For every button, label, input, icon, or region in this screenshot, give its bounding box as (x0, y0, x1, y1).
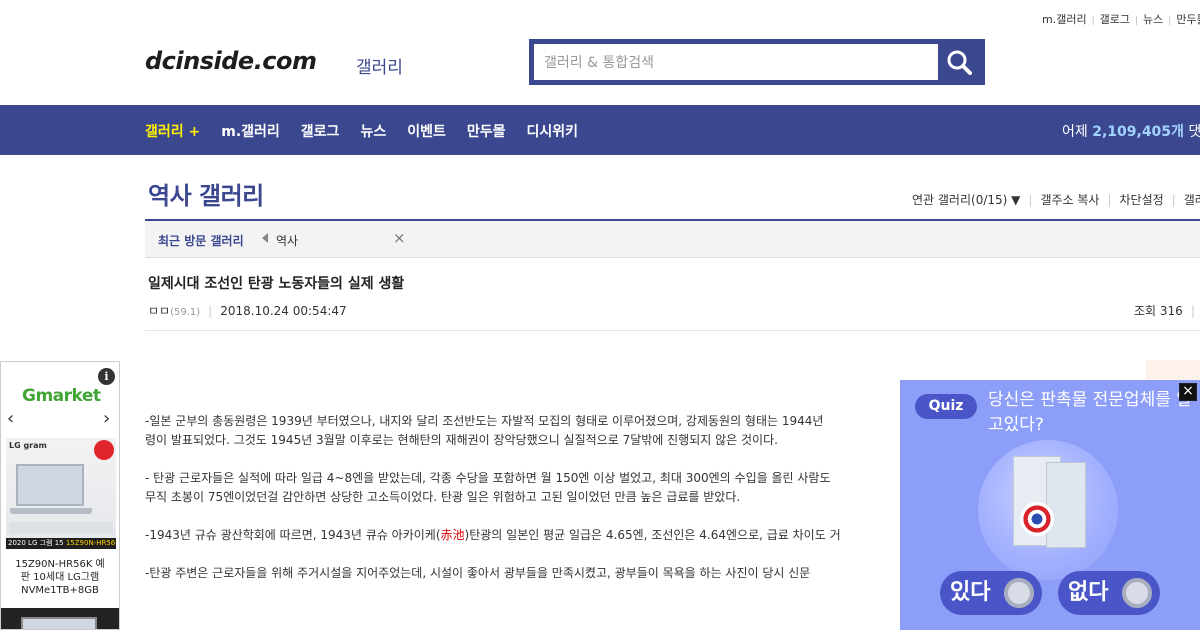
nav-item-news[interactable]: 뉴스 (360, 121, 386, 141)
paragraph-line: -탄광 주변은 근로자들을 위해 주거시설을 지어주었는데, 시설이 좋아서 광… (145, 566, 811, 580)
close-icon[interactable]: × (1179, 383, 1197, 401)
stat-value: 2,109,405개 (1092, 124, 1184, 140)
recent-label: 최근 방문 갤러리 (158, 234, 244, 248)
quiz-no-button[interactable]: 없다 (1058, 571, 1160, 615)
divider: | (1190, 304, 1195, 318)
gallery-menu: 연관 갤러리(0/15) ▼ | 갤주소 복사 | 차단설정 | 갤러 (912, 191, 1200, 208)
caret-down-icon: ▼ (1011, 193, 1021, 207)
divider: | (208, 304, 213, 318)
ad-caption: 15Z90N-HR56K 예 판 10세대 LG그램 NVMe1TB+8GB (1, 558, 119, 597)
nav-item-gallog[interactable]: 갤로그 (301, 121, 340, 141)
divider: | (1028, 193, 1033, 207)
paragraph-line: -일본 군부의 총동원령은 1939년 부터였으나, 내지와 달리 조선반도는 … (145, 414, 824, 428)
shield-icon (1020, 502, 1054, 536)
related-gallery-button[interactable]: 연관 갤러리(0/15) ▼ (912, 193, 1020, 207)
search-input[interactable]: 갤러리 & 통합검색 (534, 44, 938, 80)
quiz-no-label: 없다 (1068, 580, 1109, 605)
yesterday-stat: 어제 2,109,405개 댓글 (1062, 121, 1200, 141)
quiz-popup[interactable]: Quiz 당신은 판촉물 전문업체를 알고있다? × 있다 없다 (900, 380, 1200, 630)
nav-item-event[interactable]: 이벤트 (407, 121, 446, 141)
quiz-yes-label: 있다 (950, 580, 991, 605)
paragraph-line: )탄광의 일본인 평균 일급은 4.65엔, 조선인은 4.64엔으로, 급료 … (464, 528, 841, 542)
divider: | (1168, 16, 1172, 26)
ad-product-brand: LG gram (9, 441, 47, 450)
site-logo[interactable]: dcinside.com (145, 47, 317, 75)
paragraph-line: -1943년 규슈 광산학회에 따르면, 1943년 큐슈 아카이케( (145, 528, 441, 542)
nav-item-mgallery[interactable]: m.갤러리 (221, 121, 280, 141)
post-meta: ㅁㅁ(59.1) | 2018.10.24 00:54:47 (148, 302, 347, 319)
util-links: m.갤러리 | 갤로그 | 뉴스 | 만두몰 (1042, 11, 1200, 27)
search-icon (947, 50, 972, 75)
post-author-ip: (59.1) (170, 307, 201, 318)
ad-caption-line: 15Z90N-HR56K 예 (15, 559, 105, 570)
ad-brand-logo: Gmarket (22, 386, 101, 406)
ad-product-image: LG gram (6, 438, 116, 548)
divider: | (1107, 193, 1112, 207)
close-icon[interactable]: × (393, 229, 406, 247)
nav-item-wiki[interactable]: 디시위키 (526, 121, 578, 141)
side-ad[interactable]: i Gmarket ‹ › LG gram 2020 LG 그램 15 15Z9… (0, 361, 120, 630)
highlighted-text: 赤池 (440, 528, 465, 542)
divider: | (1135, 16, 1139, 26)
product-box-image (1046, 462, 1086, 548)
divider (145, 330, 1200, 331)
copy-url-button[interactable]: 갤주소 복사 (1040, 193, 1099, 207)
post-title: 일제시대 조선인 탄광 노동자들의 실제 생활 (148, 276, 405, 292)
util-link-mandu[interactable]: 만두몰 (1176, 13, 1200, 26)
ad-accessory-strip (9, 522, 113, 534)
ad-banner-text: 2020 LG 그램 15 (8, 539, 66, 547)
search-button[interactable] (938, 44, 980, 80)
gallery-title[interactable]: 역사 갤러리 (148, 176, 264, 211)
paragraph-line: 무직 초봉이 75엔이었던걸 감안하면 상당한 고소득이었다. 탄광 일은 위험… (145, 490, 741, 504)
views-count: 조회 316 (1134, 304, 1183, 318)
laptop-base (10, 508, 92, 514)
logo-gallery-label[interactable]: 갤러리 (356, 53, 403, 78)
related-gallery-label: 연관 갤러리(0/15) (912, 193, 1008, 207)
ad-next-item (1, 608, 119, 629)
radio-icon (1122, 578, 1152, 608)
quiz-tag: Quiz (915, 394, 977, 419)
chevron-right-icon[interactable]: › (103, 408, 110, 429)
post-date: 2018.10.24 00:54:47 (220, 304, 347, 318)
paragraph-line: - 탄광 근로자들은 실적에 따라 일급 4~8엔을 받았는데, 각종 수당을 … (145, 471, 831, 485)
ad-badge (94, 440, 114, 460)
ad-caption-line: NVMe1TB+8GB (21, 585, 99, 596)
quiz-yes-button[interactable]: 있다 (940, 571, 1042, 615)
radio-icon (1004, 578, 1034, 608)
search-bar: 갤러리 & 통합검색 (529, 39, 985, 85)
divider: | (1091, 16, 1095, 26)
nav-item-mandu[interactable]: 만두몰 (467, 121, 506, 141)
laptop-image (16, 464, 84, 506)
util-link-gallog[interactable]: 갤로그 (1100, 13, 1130, 26)
stat-prefix: 어제 (1062, 124, 1088, 140)
divider: | (1171, 193, 1176, 207)
quiz-question: 당신은 판촉물 전문업체를 알고있다? (988, 390, 1192, 435)
paragraph-line: 령이 발표되었다. 그것도 1945년 3월말 이후로는 현해탄의 재해권이 장… (145, 433, 778, 447)
laptop-image (21, 617, 97, 629)
prev-arrow-icon[interactable] (262, 233, 268, 243)
post-author[interactable]: ㅁㅁ (148, 304, 170, 318)
gallery-more-button[interactable]: 갤러 (1184, 193, 1200, 207)
decorative-block (1146, 360, 1200, 380)
util-link-news[interactable]: 뉴스 (1143, 13, 1163, 26)
recent-item[interactable]: 역사 (276, 232, 298, 249)
ad-banner-model: 15Z90N-HR56K (65, 539, 116, 547)
ad-banner: 2020 LG 그램 15 15Z90N-HR56K (6, 538, 116, 549)
ad-caption-line: 판 10세대 LG그램 (20, 572, 100, 583)
info-icon[interactable]: i (98, 368, 115, 385)
main-nav: 갤러리 + m.갤러리 갤로그 뉴스 이벤트 만두몰 디시위키 어제 2,109… (0, 105, 1200, 155)
post-views: 조회 316 | (1134, 302, 1195, 319)
chevron-left-icon[interactable]: ‹ (7, 408, 14, 429)
recent-galleries: 최근 방문 갤러리 역사 × (145, 221, 1200, 258)
stat-suffix: 댓글 (1188, 124, 1200, 140)
block-settings-button[interactable]: 차단설정 (1120, 193, 1164, 207)
util-link-mgallery[interactable]: m.갤러리 (1042, 13, 1087, 26)
nav-item-gallery[interactable]: 갤러리 + (145, 121, 200, 141)
